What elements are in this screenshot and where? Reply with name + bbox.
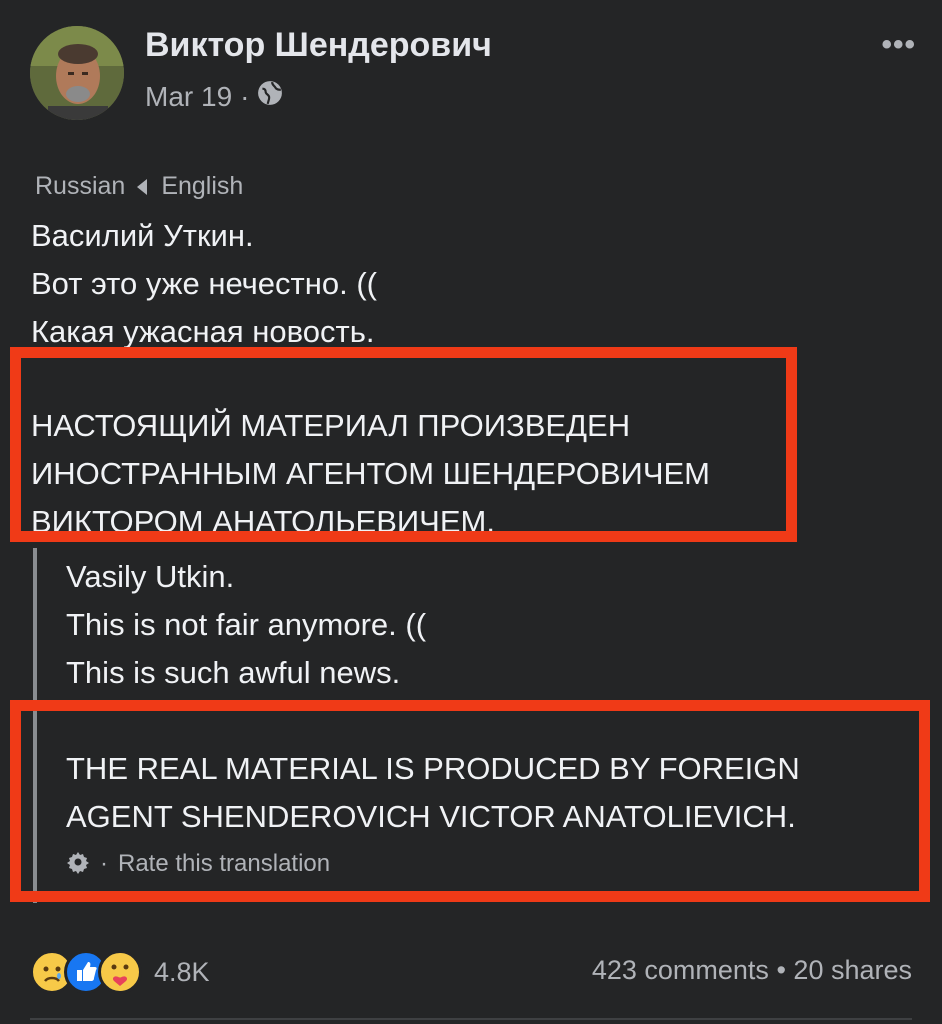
- author-name[interactable]: Виктор Шендерович: [145, 26, 492, 65]
- divider: [30, 1018, 912, 1020]
- reaction-summary[interactable]: 4.8K: [30, 950, 210, 994]
- post-meta: Mar 19 ·: [145, 80, 283, 113]
- original-line: Вот это уже нечестно. ((: [31, 266, 377, 301]
- reaction-count: 4.8K: [154, 956, 210, 987]
- ellipsis-icon[interactable]: •••: [881, 28, 916, 62]
- translation-language[interactable]: Russian English: [35, 172, 243, 201]
- post-date[interactable]: Mar 19: [145, 81, 232, 113]
- care-reaction-icon: [98, 950, 142, 994]
- translated-line: This is not fair anymore. ((: [66, 607, 427, 642]
- avatar-photo: [30, 26, 124, 120]
- translated-line: Vasily Utkin.: [66, 559, 235, 594]
- author-avatar[interactable]: [30, 26, 124, 120]
- engagement-stats: 423 comments • 20 shares: [592, 955, 912, 986]
- shares-count[interactable]: 20 shares: [793, 955, 912, 985]
- comments-count[interactable]: 423 comments: [592, 955, 769, 985]
- source-language: Russian: [35, 172, 126, 200]
- highlight-box-en: [10, 700, 930, 902]
- highlight-box-ru: [10, 347, 797, 542]
- target-language: English: [161, 172, 244, 200]
- globe-icon[interactable]: [257, 80, 283, 113]
- translated-line: This is such awful news.: [66, 655, 401, 690]
- original-line: Василий Уткин.: [31, 218, 254, 253]
- translated-text: Vasily Utkin. This is not fair anymore. …: [66, 553, 426, 697]
- meta-separator: ·: [240, 80, 250, 112]
- left-arrow-icon: [137, 178, 148, 195]
- stats-separator: •: [776, 955, 786, 985]
